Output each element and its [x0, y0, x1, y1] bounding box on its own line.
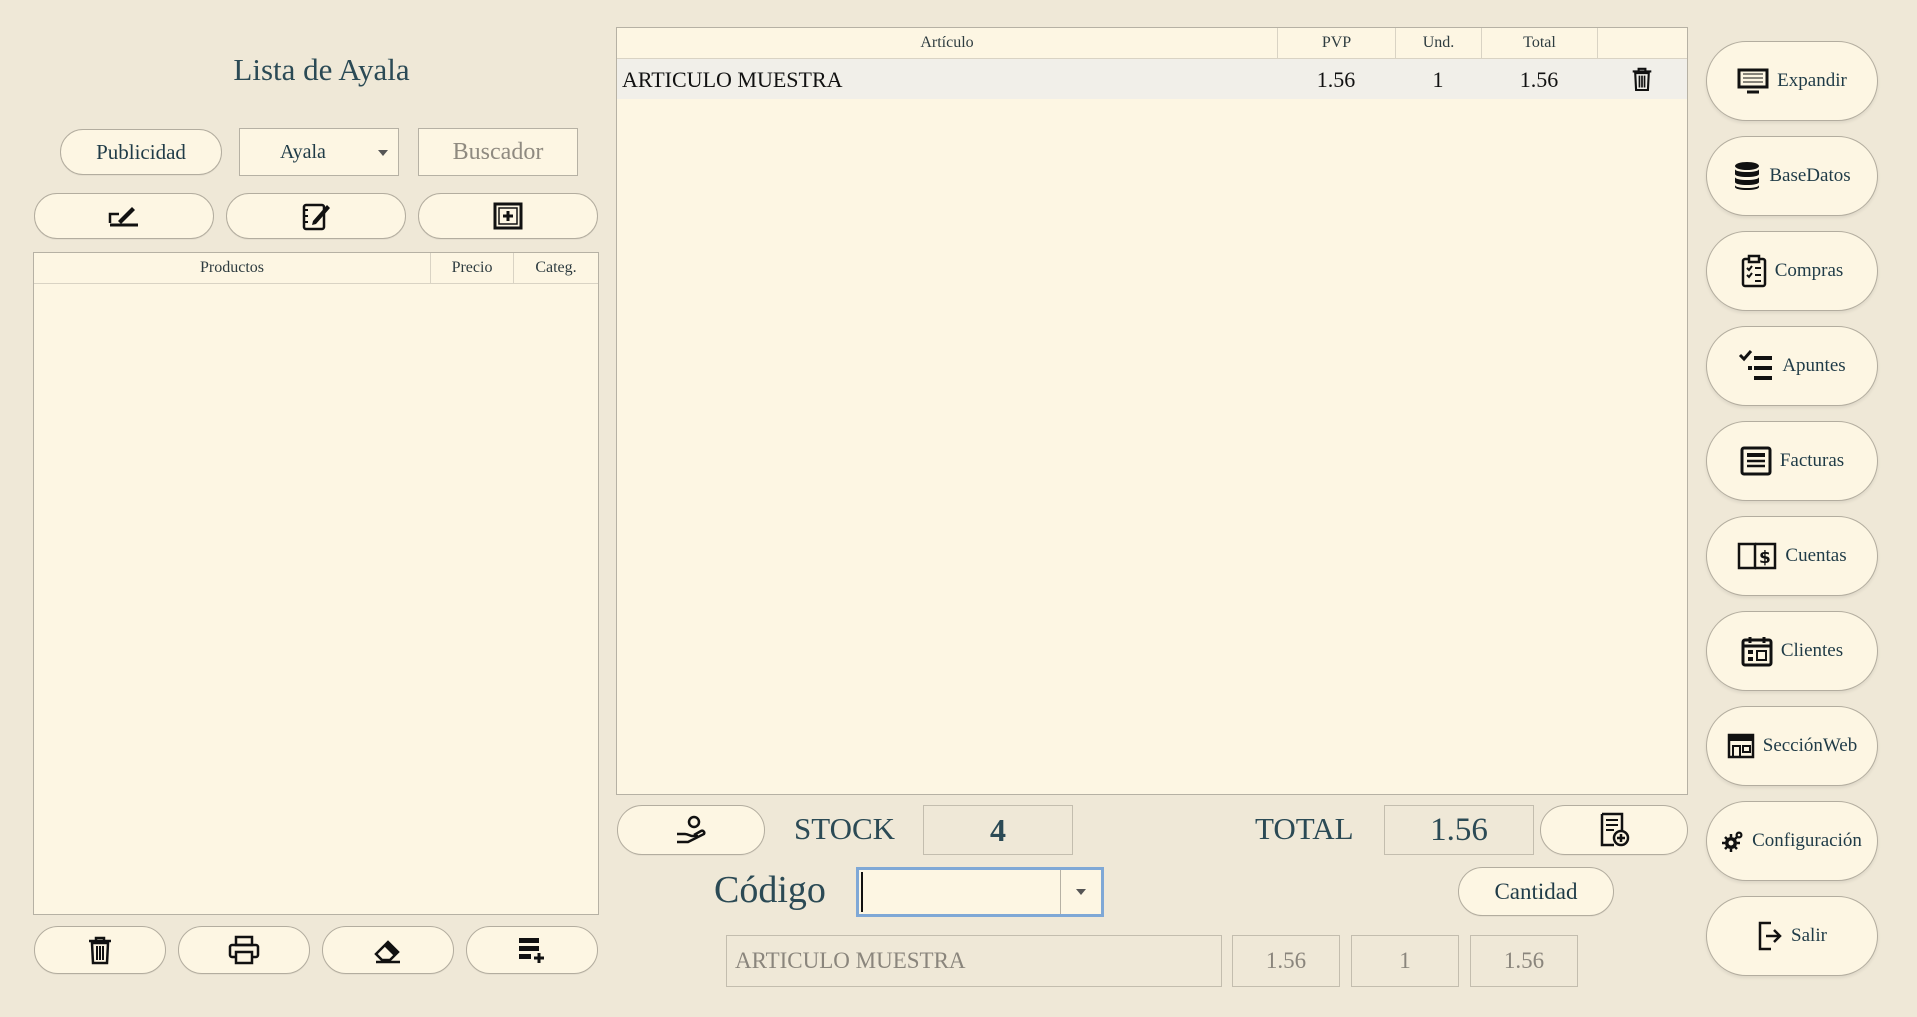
- clipboard-check-icon: [1741, 254, 1766, 288]
- sidebar-item-label: Cuentas: [1785, 545, 1847, 566]
- codigo-combobox[interactable]: [856, 867, 1104, 917]
- monitor-icon: [1737, 68, 1769, 94]
- edit-note-icon: [302, 203, 330, 231]
- preview-total-text: 1.56: [1503, 948, 1545, 973]
- total-value: 1.56: [1384, 805, 1534, 855]
- sidebar-item-expandir[interactable]: Expandir: [1706, 41, 1878, 121]
- add-box-icon: [493, 202, 523, 230]
- sidebar-item-facturas[interactable]: Facturas: [1706, 421, 1878, 501]
- print-icon: [228, 935, 260, 965]
- products-table[interactable]: Productos Precio Categ.: [33, 252, 599, 915]
- cell-und: 1: [1432, 67, 1444, 92]
- exit-icon: [1758, 921, 1782, 951]
- document-add-icon: [1600, 812, 1630, 847]
- sidebar-item-basedatos[interactable]: BaseDatos: [1706, 136, 1878, 216]
- stock-label: STOCK: [794, 811, 896, 846]
- invoice-add-button[interactable]: [1540, 805, 1688, 855]
- sidebar-item-label: Apuntes: [1782, 355, 1846, 376]
- stock-value: 4: [923, 805, 1073, 855]
- preview-total: 1.56: [1470, 935, 1578, 987]
- list-select[interactable]: Ayala: [239, 128, 399, 176]
- column-header-categ[interactable]: Categ.: [513, 253, 598, 283]
- payment-button[interactable]: [617, 805, 765, 855]
- sidebar-item-label: BaseDatos: [1769, 165, 1851, 186]
- invoice-icon: [1740, 446, 1772, 476]
- publicidad-label: Publicidad: [96, 139, 186, 164]
- stock-value-text: 4: [990, 811, 1006, 848]
- sidebar-item-salir[interactable]: Salir: [1706, 896, 1878, 976]
- preview-und-text: 1: [1399, 948, 1411, 973]
- sidebar-item-seccionweb[interactable]: SecciónWeb: [1706, 706, 1878, 786]
- sidebar-item-cuentas[interactable]: $ Cuentas: [1706, 516, 1878, 596]
- list-select-value: Ayala: [280, 141, 326, 163]
- add-item-button[interactable]: [418, 193, 598, 239]
- storefront-icon: [1727, 733, 1754, 759]
- add-list-icon: [519, 938, 544, 963]
- sidebar-item-label: Configuración: [1752, 830, 1862, 851]
- sidebar-item-label: Facturas: [1779, 450, 1845, 471]
- preview-articulo: ARTICULO MUESTRA: [726, 935, 1222, 987]
- column-header-precio[interactable]: Precio: [430, 253, 513, 283]
- preview-und: 1: [1351, 935, 1459, 987]
- codigo-label: Código: [714, 869, 826, 911]
- edit-note-button[interactable]: [226, 193, 406, 239]
- hand-coin-icon: [677, 815, 706, 844]
- eraser-icon: [374, 940, 400, 964]
- total-label: TOTAL: [1255, 811, 1354, 846]
- chevron-down-icon: [1076, 889, 1086, 895]
- cell-articulo: ARTICULO MUESTRA: [622, 67, 843, 92]
- sidebar-item-configuracion[interactable]: Configuración: [1706, 801, 1878, 881]
- eraser-button[interactable]: [322, 926, 454, 974]
- sidebar-item-label: Salir: [1791, 925, 1827, 946]
- gears-icon: [1722, 831, 1743, 852]
- publicidad-button[interactable]: Publicidad: [60, 129, 222, 175]
- trash-icon: [89, 936, 111, 965]
- sidebar-item-label: Expandir: [1777, 70, 1847, 91]
- add-list-button[interactable]: [466, 926, 598, 974]
- sidebar-item-apuntes[interactable]: Apuntes: [1706, 326, 1878, 406]
- cantidad-button[interactable]: Cantidad: [1458, 867, 1614, 916]
- total-value-text: 1.56: [1430, 811, 1488, 848]
- trash-icon: [1632, 67, 1652, 92]
- sidebar-item-label: Clientes: [1780, 640, 1844, 661]
- column-header-pvp[interactable]: PVP: [1277, 28, 1395, 58]
- column-header-productos[interactable]: Productos: [34, 253, 430, 283]
- sidebar-item-compras[interactable]: Compras: [1706, 231, 1878, 311]
- preview-pvp-text: 1.56: [1265, 948, 1307, 973]
- preview-pvp: 1.56: [1232, 935, 1340, 987]
- cell-pvp: 1.56: [1316, 67, 1356, 92]
- cell-total: 1.56: [1519, 67, 1559, 92]
- preview-articulo-text: ARTICULO MUESTRA: [735, 948, 966, 973]
- chevron-down-icon: [378, 150, 388, 156]
- search-input[interactable]: [418, 128, 578, 176]
- column-header-articulo[interactable]: Artículo: [617, 28, 1277, 58]
- page-title: Lista de Ayala: [233, 52, 410, 87]
- cantidad-label: Cantidad: [1494, 878, 1578, 904]
- sidebar-item-label: Compras: [1774, 260, 1844, 281]
- sidebar-item-label: SecciónWeb: [1762, 735, 1858, 756]
- print-button[interactable]: [178, 926, 310, 974]
- cart-table[interactable]: Artículo PVP Und. Total ARTICULO MUESTRA…: [616, 27, 1688, 795]
- dropdown-button[interactable]: [1060, 870, 1101, 914]
- column-header-actions: [1597, 28, 1687, 58]
- table-row[interactable]: ARTICULO MUESTRA 1.56 1 1.56: [617, 59, 1687, 99]
- database-icon: [1735, 162, 1760, 190]
- cart-table-header: Artículo PVP Und. Total: [617, 28, 1687, 59]
- products-table-header: Productos Precio Categ.: [34, 253, 598, 284]
- svg-text:$: $: [1759, 548, 1771, 568]
- ledger-dollar-icon: $: [1738, 542, 1777, 570]
- delete-button[interactable]: [34, 926, 166, 974]
- column-header-und[interactable]: Und.: [1395, 28, 1481, 58]
- remove-row-button[interactable]: [1597, 66, 1687, 92]
- sidebar-item-clientes[interactable]: Clientes: [1706, 611, 1878, 691]
- calendar-icon: [1741, 637, 1773, 667]
- edit-signature-button[interactable]: [34, 193, 214, 239]
- edit-signature-icon: [108, 207, 138, 227]
- checklist-icon: [1739, 350, 1773, 380]
- column-header-total[interactable]: Total: [1481, 28, 1597, 58]
- codigo-input[interactable]: [861, 872, 1061, 912]
